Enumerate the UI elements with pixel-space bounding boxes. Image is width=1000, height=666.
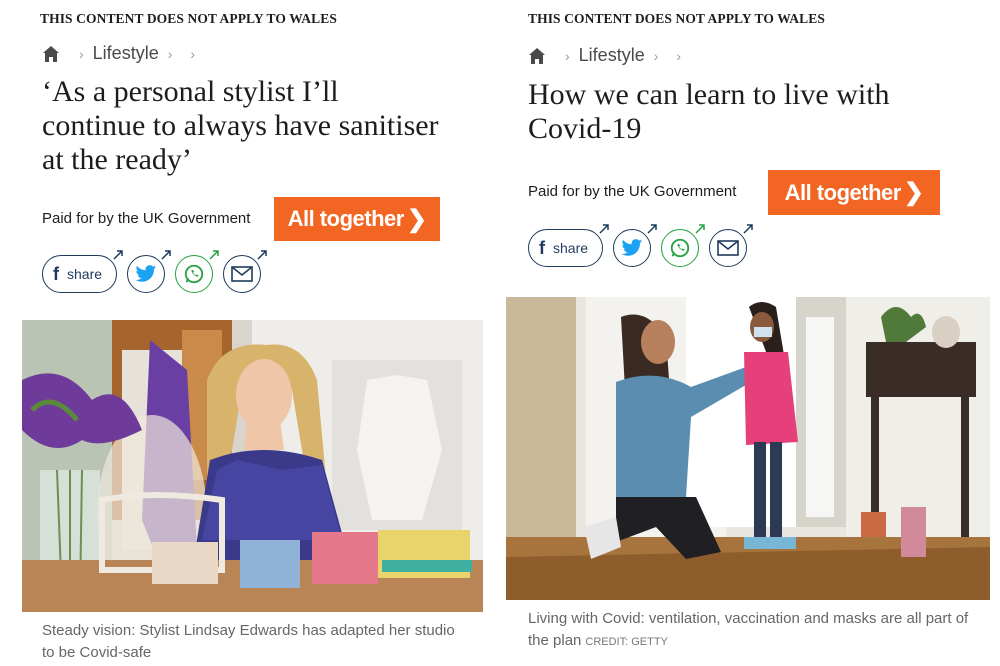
facebook-share-button[interactable]: f share (42, 250, 123, 293)
home-icon[interactable] (528, 47, 546, 65)
whatsapp-icon (184, 264, 204, 284)
twitter-icon (621, 239, 643, 256)
wales-notice: THIS CONTENT DOES NOT APPLY TO WALES (528, 11, 825, 26)
chevron-right-icon: › (167, 45, 173, 62)
paid-for-label: Paid for by the UK Government (42, 210, 251, 227)
badge-label: All together (784, 179, 902, 205)
paid-for-label: Paid for by the UK Government (528, 183, 737, 200)
twitter-share-button[interactable] (127, 250, 171, 293)
external-arrow-icon (647, 224, 657, 234)
article-headline: How we can learn to live with Covid-19 (528, 78, 890, 145)
external-arrow-icon (209, 250, 219, 260)
facebook-icon: f (53, 263, 59, 284)
chevron-right-icon: ❯ (903, 179, 924, 206)
whatsapp-share-button[interactable] (175, 250, 219, 293)
email-icon (717, 240, 739, 256)
all-together-badge[interactable]: All together ❯ (768, 170, 940, 215)
share-label: share (67, 266, 103, 282)
external-arrow-icon (257, 250, 267, 260)
chevron-right-icon: › (653, 47, 659, 64)
photo-credit: CREDIT: GETTY (585, 636, 668, 648)
email-share-button[interactable] (709, 224, 753, 267)
breadcrumb: › Lifestyle › › (528, 45, 690, 66)
home-icon[interactable] (42, 45, 60, 63)
twitter-icon (135, 265, 157, 282)
breadcrumb-lifestyle[interactable]: Lifestyle (93, 43, 159, 64)
chevron-right-icon: › (190, 45, 196, 62)
whatsapp-share-button[interactable] (661, 224, 705, 267)
left-article-panel: THIS CONTENT DOES NOT APPLY TO WALES › L… (0, 0, 494, 666)
chevron-right-icon: › (79, 45, 84, 62)
external-arrow-icon (599, 224, 609, 234)
external-arrow-icon (161, 250, 171, 260)
article-photo-stylist (22, 320, 483, 612)
article-photo-mask (506, 297, 990, 600)
external-arrow-icon (113, 250, 123, 260)
chevron-right-icon: › (565, 47, 570, 64)
wales-notice: THIS CONTENT DOES NOT APPLY TO WALES (40, 11, 337, 26)
email-share-button[interactable] (223, 250, 267, 293)
photo-caption: Steady vision: Stylist Lindsay Edwards h… (42, 622, 455, 661)
breadcrumb-lifestyle[interactable]: Lifestyle (579, 45, 645, 66)
twitter-share-button[interactable] (613, 224, 657, 267)
chevron-right-icon: ❯ (406, 205, 427, 233)
facebook-share-button[interactable]: f share (528, 224, 609, 267)
chevron-right-icon: › (676, 47, 682, 64)
external-arrow-icon (695, 224, 705, 234)
right-article-panel: THIS CONTENT DOES NOT APPLY TO WALES › L… (500, 0, 1000, 666)
facebook-icon: f (539, 237, 545, 258)
badge-label: All together (287, 206, 405, 231)
share-bar: f share (528, 224, 757, 267)
email-icon (231, 266, 253, 282)
breadcrumb: › Lifestyle › › (42, 43, 204, 64)
share-label: share (553, 240, 589, 256)
whatsapp-icon (670, 238, 690, 258)
share-bar: f share (42, 250, 271, 293)
photo-caption: Living with Covid: ventilation, vaccinat… (528, 608, 980, 653)
all-together-badge[interactable]: All together ❯ (274, 197, 440, 241)
external-arrow-icon (743, 224, 753, 234)
article-headline: ‘As a personal stylist I’ll continue to … (42, 75, 439, 176)
